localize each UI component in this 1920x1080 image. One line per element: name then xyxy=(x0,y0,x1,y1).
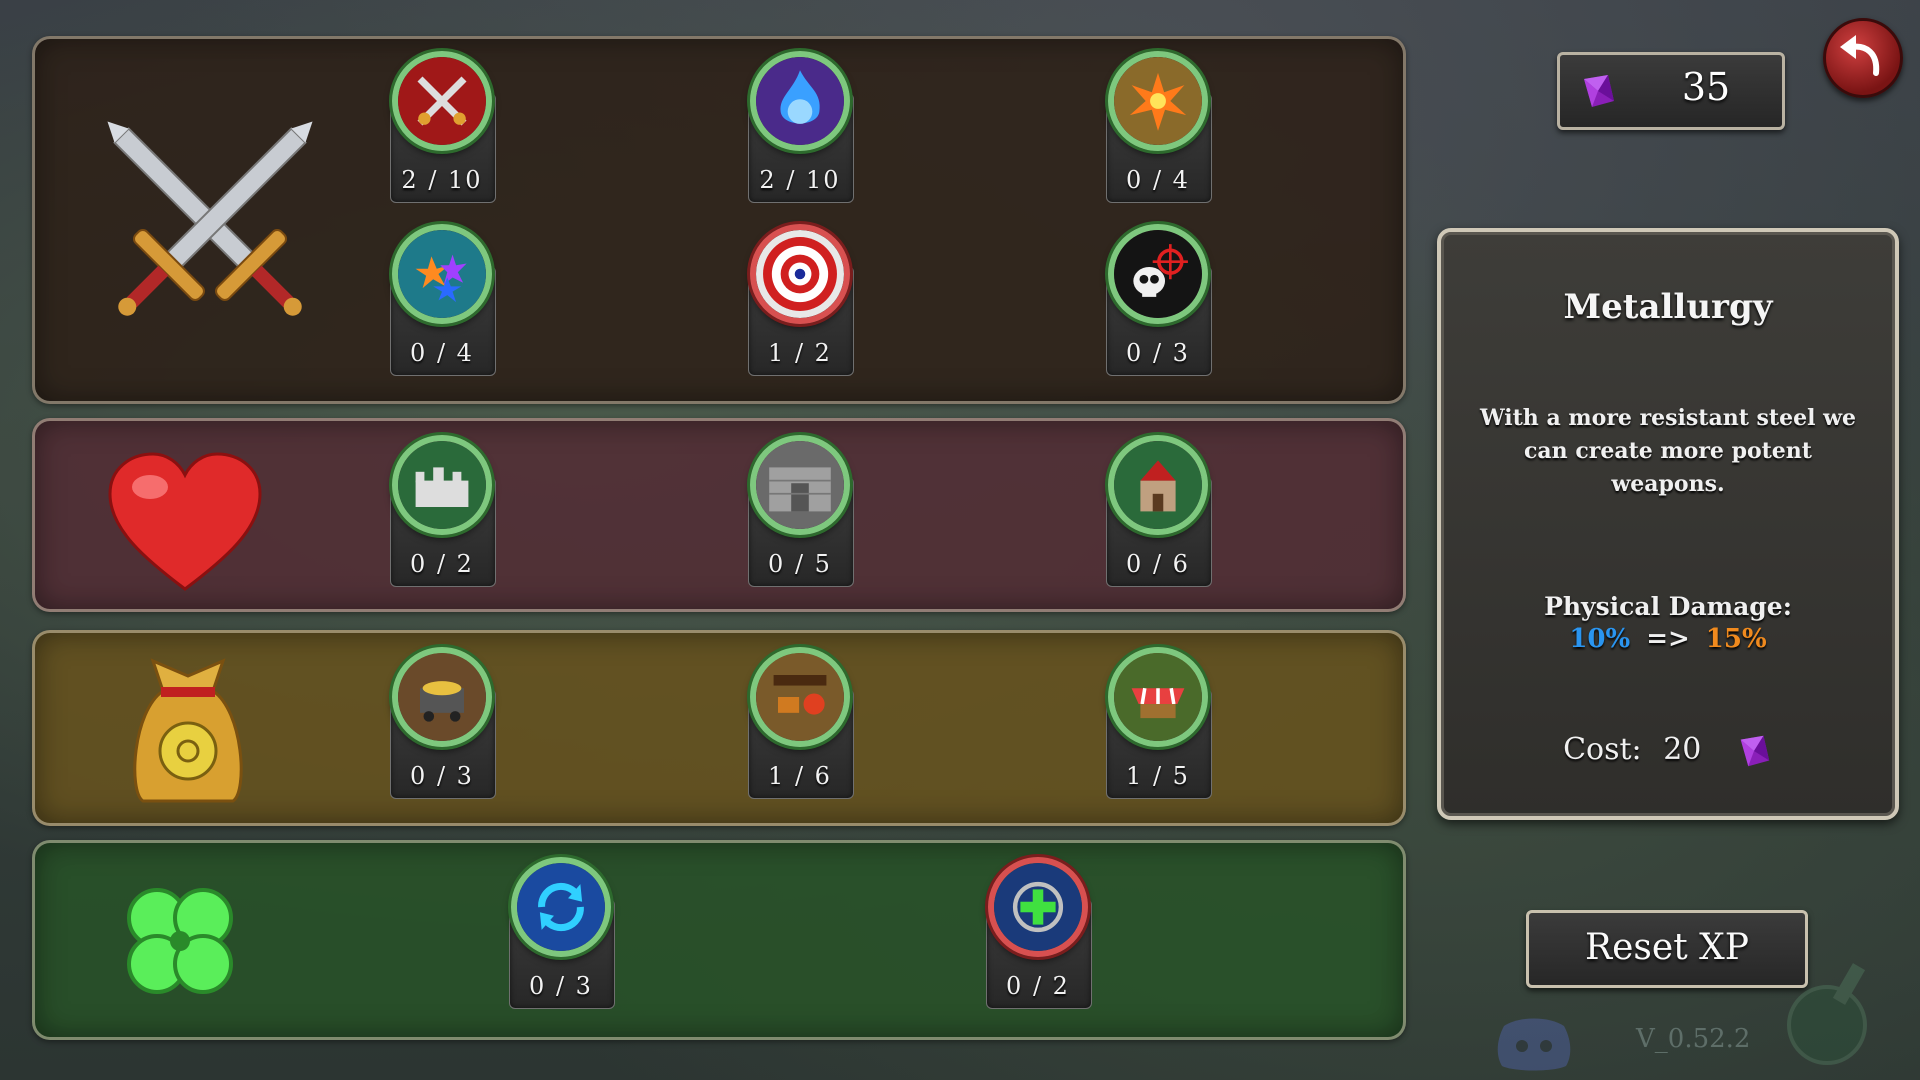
upgrade-skull-crosshair[interactable]: 0 / 3 xyxy=(1106,224,1212,376)
castle-gate-icon xyxy=(750,435,850,535)
upgrade-workshop[interactable]: 1 / 6 xyxy=(748,647,854,799)
back-button[interactable] xyxy=(1823,18,1903,98)
upgrade-market-stall[interactable]: 1 / 5 xyxy=(1106,647,1212,799)
upgrade-progress: 1 / 2 xyxy=(768,339,832,367)
cost-value: 20 xyxy=(1663,732,1702,767)
refresh-cycle-icon xyxy=(511,857,611,957)
upgrade-progress: 0 / 4 xyxy=(1126,166,1190,194)
workshop-icon xyxy=(750,647,850,747)
stat-label: Physical Damage: xyxy=(1544,592,1792,621)
four-leaf-clover-icon xyxy=(127,888,233,994)
upgrade-progress: 1 / 5 xyxy=(1126,762,1190,790)
upgrade-progress: 1 / 6 xyxy=(768,762,832,790)
upgrade-progress: 0 / 4 xyxy=(410,339,474,367)
purple-gem-icon xyxy=(1578,71,1618,111)
upgrade-progress: 0 / 6 xyxy=(1126,550,1190,578)
upgrade-bullseye[interactable]: 1 / 2 xyxy=(748,224,854,376)
stat-arrow: => xyxy=(1646,624,1690,654)
gem-count: 35 xyxy=(1681,65,1731,109)
version-label: V_0.52.2 xyxy=(1636,1024,1751,1054)
skull-crosshair-icon xyxy=(1108,224,1208,324)
purple-gem-icon xyxy=(1735,732,1773,770)
upgrade-progress: 0 / 3 xyxy=(1126,339,1190,367)
upgrade-metallurgy[interactable]: 2 / 10 xyxy=(390,51,496,203)
explosion-burst-icon xyxy=(1108,51,1208,151)
upgrade-castle-gate[interactable]: 0 / 5 xyxy=(748,435,854,587)
green-cross-icon xyxy=(988,857,1088,957)
upgrade-description: With a more resistant steel we can creat… xyxy=(1479,405,1857,497)
back-arrow-icon xyxy=(1840,35,1880,76)
mine-cart-icon xyxy=(392,647,492,747)
crossed-swords-badge-icon xyxy=(392,51,492,151)
luck-category-panel: 0 / 3 0 / 2 xyxy=(32,840,1406,1040)
health-category-panel: 0 / 2 0 / 5 0 / 6 xyxy=(32,418,1406,612)
upgrade-progress: 2 / 10 xyxy=(401,166,483,194)
upgrade-progress: 0 / 2 xyxy=(1006,972,1070,1000)
upgrade-blue-flame[interactable]: 2 / 10 xyxy=(748,51,854,203)
discord-icon[interactable] xyxy=(1494,1016,1574,1072)
castle-tower-icon xyxy=(1108,435,1208,535)
upgrade-progress: 2 / 10 xyxy=(759,166,841,194)
cost-label: Cost: xyxy=(1563,732,1642,767)
upgrade-progress: 0 / 2 xyxy=(410,550,474,578)
upgrade-stone-wall[interactable]: 0 / 2 xyxy=(390,435,496,587)
upgrade-progress: 0 / 3 xyxy=(529,972,593,1000)
market-stall-icon xyxy=(1108,647,1208,747)
heart-icon xyxy=(108,452,262,591)
gem-counter: 35 xyxy=(1557,52,1785,130)
upgrade-info-panel: Metallurgy With a more resistant steel w… xyxy=(1437,228,1899,820)
upgrade-progress: 0 / 5 xyxy=(768,550,832,578)
upgrade-progress: 0 / 3 xyxy=(410,762,474,790)
bullseye-target-icon xyxy=(750,224,850,324)
gold-bag-icon xyxy=(133,658,243,803)
upgrade-green-cross[interactable]: 0 / 2 xyxy=(986,857,1092,1009)
reset-xp-button[interactable]: Reset XP xyxy=(1526,910,1808,988)
upgrade-castle-tower[interactable]: 0 / 6 xyxy=(1106,435,1212,587)
potion-flask-icon xyxy=(1787,963,1867,1065)
blue-flame-orb-icon xyxy=(750,51,850,151)
stat-change: 10% => 15% xyxy=(1441,624,1895,654)
crossed-swords-icon xyxy=(107,121,313,316)
magic-sparks-icon xyxy=(392,224,492,324)
upgrade-magic-sparks[interactable]: 0 / 4 xyxy=(390,224,496,376)
stone-wall-icon xyxy=(392,435,492,535)
attack-category-panel: 2 / 10 2 / 10 0 / 4 0 / 4 1 / 2 0 / 3 xyxy=(32,36,1406,404)
upgrade-title: Metallurgy xyxy=(1563,287,1773,327)
stat-to-value: 15% xyxy=(1705,624,1767,654)
upgrade-mine-cart[interactable]: 0 / 3 xyxy=(390,647,496,799)
upgrade-explosion[interactable]: 0 / 4 xyxy=(1106,51,1212,203)
upgrade-cost: Cost: 20 xyxy=(1441,732,1895,770)
stat-from-value: 10% xyxy=(1569,624,1631,654)
gold-category-panel: 0 / 3 1 / 6 1 / 5 xyxy=(32,630,1406,826)
upgrade-refresh[interactable]: 0 / 3 xyxy=(509,857,615,1009)
